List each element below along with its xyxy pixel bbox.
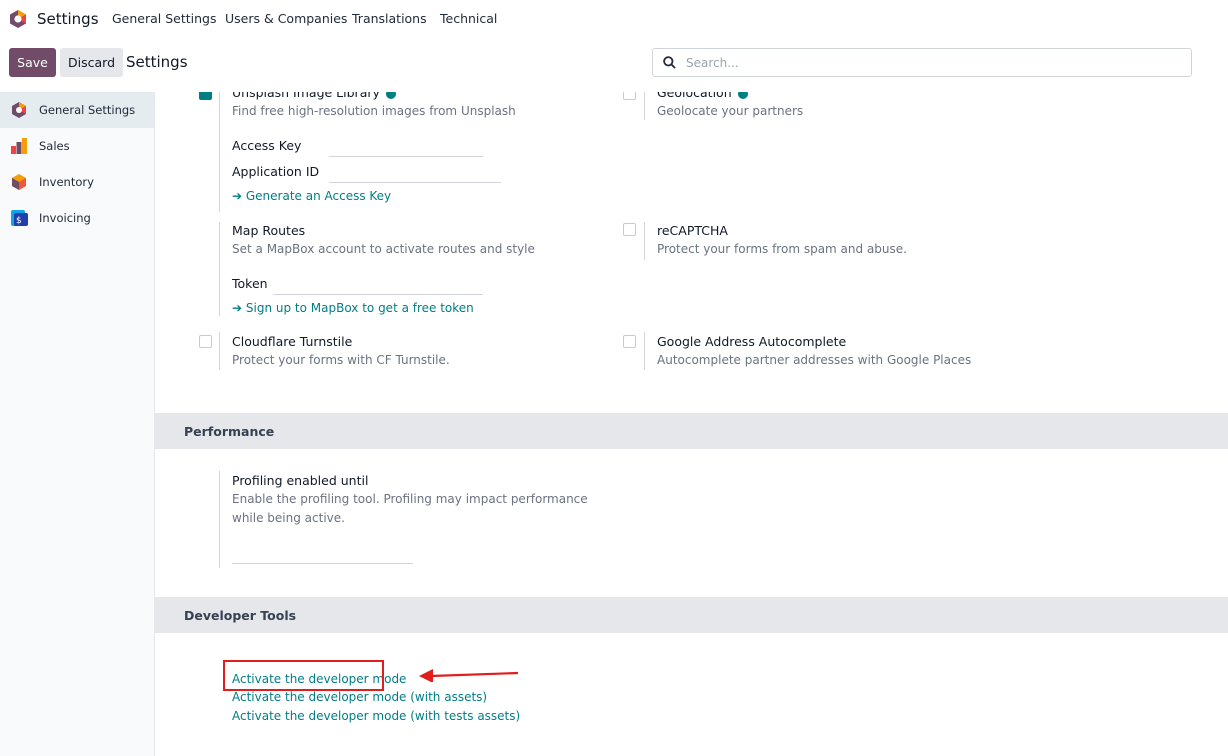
token-label: Token (232, 276, 268, 291)
profiling-title: Profiling enabled until (232, 473, 369, 488)
recaptcha-description: Protect your forms from spam and abuse. (657, 242, 907, 256)
annotation-arrow-icon (419, 669, 519, 682)
turnstile-description: Protect your forms with CF Turnstile. (232, 353, 450, 367)
save-button[interactable]: Save (9, 48, 56, 77)
top-navbar: Settings General Settings Users & Compan… (0, 0, 1228, 38)
unsplash-title: Unsplash Image Library (232, 92, 396, 100)
invoicing-doc-icon: $ (11, 210, 28, 226)
geolocation-checkbox[interactable] (623, 92, 636, 100)
profiling-date-field[interactable] (232, 563, 413, 564)
generate-access-key-link[interactable]: ➔ Generate an Access Key (232, 189, 391, 203)
turnstile-title: Cloudflare Turnstile (232, 334, 353, 349)
sidebar-item-general-settings[interactable]: General Settings (0, 92, 154, 128)
section-title: Performance (184, 424, 275, 439)
google-autocomplete-title: Google Address Autocomplete (657, 334, 847, 349)
access-key-label: Access Key (232, 138, 302, 153)
map-routes-description: Set a MapBox account to activate routes … (232, 242, 535, 256)
setting-divider (644, 332, 645, 370)
profiling-description-line2: while being active. (232, 511, 345, 525)
mapbox-signup-link[interactable]: ➔ Sign up to MapBox to get a free token (232, 301, 474, 315)
info-icon[interactable] (385, 92, 396, 99)
section-title: Developer Tools (184, 608, 297, 623)
odoo-settings-logo-icon[interactable] (8, 9, 28, 29)
sidebar-item-label: Inventory (39, 175, 94, 189)
breadcrumb: Settings (126, 53, 188, 71)
search-input[interactable] (686, 55, 1166, 70)
access-key-field[interactable] (329, 156, 483, 157)
sales-chart-icon (11, 138, 27, 154)
setting-divider (219, 222, 220, 316)
activate-developer-mode-assets-link[interactable]: Activate the developer mode (with assets… (232, 690, 487, 704)
sidebar-item-inventory[interactable]: Inventory (0, 164, 154, 200)
google-autocomplete-description: Autocomplete partner addresses with Goog… (657, 353, 972, 367)
search-icon (663, 56, 676, 69)
geolocation-description: Geolocate your partners (657, 104, 804, 118)
sidebar-item-invoicing[interactable]: $ Invoicing (0, 200, 154, 236)
google-autocomplete-checkbox[interactable] (623, 335, 636, 348)
application-id-field[interactable] (329, 182, 501, 183)
topnav-translations[interactable]: Translations (352, 11, 427, 26)
settings-content: Unsplash Image Library Find free high-re… (155, 92, 1228, 756)
setting-divider (219, 332, 220, 370)
performance-section-header: Performance (155, 413, 1228, 449)
token-field[interactable] (273, 294, 483, 295)
topnav-technical[interactable]: Technical (440, 11, 497, 26)
setting-divider (644, 92, 645, 120)
control-panel: Save Discard Settings (0, 38, 1228, 90)
topnav-users-companies[interactable]: Users & Companies (225, 11, 347, 26)
activate-developer-mode-tests-assets-link[interactable]: Activate the developer mode (with tests … (232, 709, 520, 723)
sidebar-item-sales[interactable]: Sales (0, 128, 154, 164)
info-icon[interactable] (737, 92, 748, 99)
topnav-general-settings[interactable]: General Settings (112, 11, 217, 26)
settings-sidebar: General Settings Sales Inventory $ Invoi… (0, 92, 155, 756)
setting-divider (219, 471, 220, 568)
annotation-highlight-box (223, 660, 384, 691)
search-box[interactable] (652, 48, 1192, 77)
geolocation-title: Geolocation (657, 92, 748, 100)
inventory-box-icon (12, 174, 26, 190)
app-title[interactable]: Settings (37, 10, 99, 28)
profiling-description-line1: Enable the profiling tool. Profiling may… (232, 492, 588, 506)
setting-divider (644, 222, 645, 260)
discard-button[interactable]: Discard (60, 48, 123, 77)
unsplash-checkbox[interactable] (199, 92, 212, 100)
sidebar-item-label: Invoicing (39, 211, 91, 225)
unsplash-description: Find free high-resolution images from Un… (232, 104, 516, 118)
developer-tools-section-header: Developer Tools (155, 597, 1228, 633)
map-routes-title: Map Routes (232, 223, 306, 238)
sidebar-item-label: Sales (39, 139, 70, 153)
recaptcha-checkbox[interactable] (623, 223, 636, 236)
turnstile-checkbox[interactable] (199, 335, 212, 348)
svg-text:$: $ (16, 216, 22, 226)
sidebar-item-label: General Settings (39, 103, 136, 117)
setting-divider (219, 92, 220, 212)
application-id-label: Application ID (232, 164, 320, 179)
recaptcha-title: reCAPTCHA (657, 223, 728, 238)
settings-hex-icon (12, 102, 26, 118)
